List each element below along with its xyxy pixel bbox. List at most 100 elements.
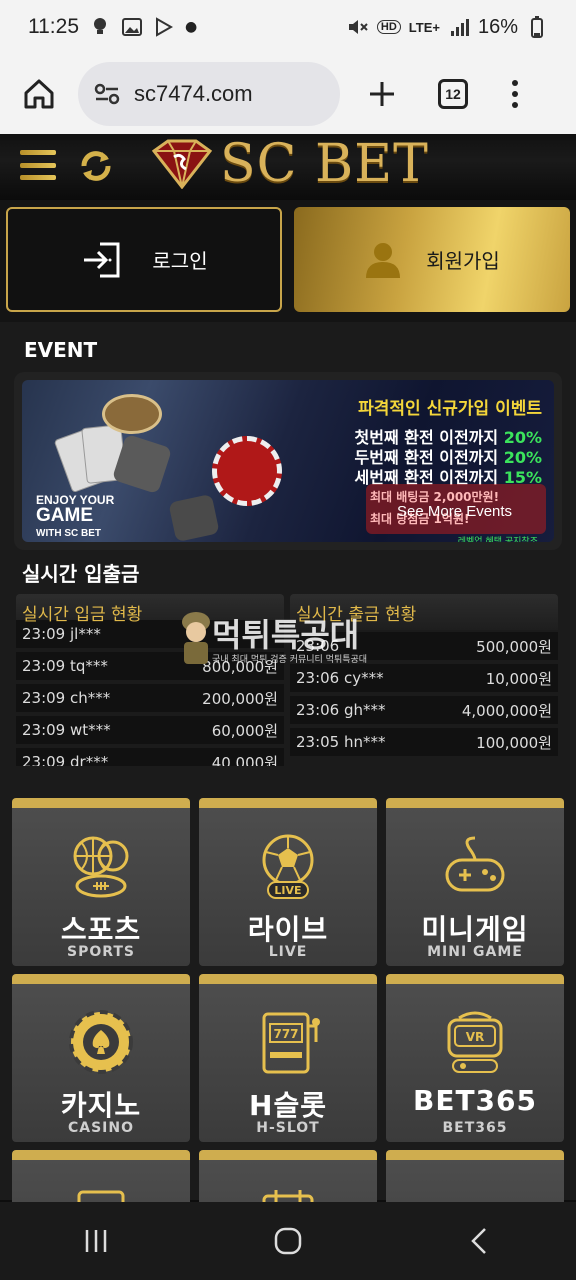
row-time: 23:09	[22, 625, 66, 643]
watermark-subtitle: 국내 최대 먹튀 검증 커뮤니티 먹튀특공대	[212, 655, 368, 665]
logo-gem-icon	[151, 139, 213, 189]
logo-text: SC BET	[220, 134, 429, 194]
game-subtitle: MINI GAME	[427, 944, 523, 960]
enjoy-line-3: WITH SC BET	[36, 528, 101, 539]
recents-icon[interactable]	[81, 1226, 111, 1256]
banner-headline: 파격적인 신규가입 이벤트	[358, 399, 542, 419]
image-icon	[121, 16, 143, 38]
login-label: 로그인	[152, 249, 208, 273]
svg-text:LIVE: LIVE	[274, 884, 301, 897]
battery-text: 16%	[477, 15, 518, 38]
table-row: 23:09 wt*** 60,000원	[16, 716, 284, 744]
row-user: hn***	[344, 733, 386, 751]
row-time: 23:06	[296, 701, 340, 719]
game-subtitle: LIVE	[268, 944, 308, 960]
menu-icon[interactable]	[20, 150, 56, 180]
back-icon[interactable]	[465, 1226, 495, 1256]
row-user: dr***	[70, 753, 109, 766]
chip-decoration	[102, 394, 162, 434]
banner-footnote: 레벨업 혜택 공지참조	[457, 537, 538, 542]
row-time: 23:05	[296, 733, 340, 751]
game-card-live[interactable]: LIVE 라이브 LIVE	[199, 798, 377, 966]
row-user: wt***	[70, 721, 111, 739]
game-title: BET365	[412, 1084, 537, 1117]
system-nav-bar	[0, 1202, 576, 1280]
game-card-hslot[interactable]: 777 H슬롯 H-SLOT	[199, 974, 377, 1142]
enjoy-line-2: GAME	[36, 505, 93, 526]
table-row: 23:09 dr*** 40,000원	[16, 748, 284, 766]
event-banner[interactable]: ENJOY YOUR GAME WITH SC BET 파격적인 신규가입 이벤…	[14, 372, 562, 550]
game-card-casino[interactable]: 카지노 CASINO	[12, 974, 190, 1142]
url-text: sc7474.com	[134, 81, 253, 106]
status-time: 11:25	[28, 15, 79, 38]
home-icon	[24, 79, 54, 109]
row-time: 23:09	[22, 721, 66, 739]
game-subtitle: H-SLOT	[256, 1120, 320, 1136]
site-logo[interactable]: SC BET	[150, 134, 429, 194]
auth-row: 로그인 회원가입	[0, 200, 576, 322]
row-amount: 500,000원	[476, 637, 552, 656]
mute-icon	[347, 16, 369, 38]
see-more-events-link[interactable]: See More Events	[397, 503, 512, 520]
browser-menu-button[interactable]	[510, 80, 520, 108]
svg-text:VR: VR	[466, 1030, 485, 1044]
site-header: SC BET	[0, 134, 576, 200]
battery-icon	[526, 16, 548, 38]
refresh-icon[interactable]	[78, 148, 114, 184]
dot-icon: ●	[185, 19, 198, 35]
network-type: LTE+	[408, 19, 440, 35]
table-row: 23:05 hn*** 100,000원	[290, 728, 558, 756]
row-time: 23:09	[22, 753, 66, 766]
vr-headset-icon: VR	[447, 1011, 503, 1073]
home-nav-icon[interactable]	[273, 1226, 303, 1256]
browser-toolbar: sc7474.com 12	[0, 54, 576, 134]
sports-balls-icon	[73, 836, 129, 898]
signup-button[interactable]: 회원가입	[294, 207, 570, 312]
game-subtitle: CASINO	[67, 1120, 135, 1136]
dice-decoration	[168, 493, 220, 542]
watermark-title: 먹튀특공대	[212, 616, 360, 654]
game-subtitle: BET365	[442, 1120, 508, 1136]
game-title: 스포츠	[60, 913, 142, 946]
new-tab-button[interactable]	[360, 72, 404, 116]
row-amount: 10,000원	[485, 669, 552, 688]
game-title: 미니게임	[421, 913, 529, 946]
signal-icon	[448, 16, 470, 38]
soldier-mascot-icon	[182, 612, 210, 664]
row-amount: 100,000원	[476, 733, 552, 752]
address-bar[interactable]: sc7474.com	[78, 62, 340, 126]
chip-decoration	[212, 436, 282, 506]
event-title: EVENT	[24, 338, 98, 362]
realtime-title: 실시간 입출금	[22, 562, 140, 586]
row-amount: 60,000원	[211, 721, 278, 740]
table-row: 23:09 ch*** 200,000원	[16, 684, 284, 712]
home-button[interactable]	[14, 69, 64, 119]
plus-icon	[370, 82, 394, 106]
slot-machine-icon: 777	[262, 1012, 320, 1074]
login-button[interactable]: 로그인	[6, 207, 282, 312]
game-card-bet365[interactable]: VR BET365 BET365	[386, 974, 564, 1142]
lightbulb-icon	[89, 16, 111, 38]
table-row: 23:06 gh*** 4,000,000원	[290, 696, 558, 724]
watermark: 먹튀특공대 국내 최대 먹튀 검증 커뮤니티 먹튀특공대	[176, 610, 406, 672]
site-settings-icon[interactable]	[94, 83, 120, 105]
event-banner-image: ENJOY YOUR GAME WITH SC BET 파격적인 신규가입 이벤…	[22, 380, 554, 542]
game-title: H슬롯	[249, 1089, 327, 1122]
status-bar: 11:25 ● HD LTE+ 16%	[0, 0, 576, 54]
user-icon	[366, 242, 401, 278]
hd-badge: HD	[376, 20, 401, 34]
row-amount: 200,000원	[202, 689, 278, 708]
row-time: 23:09	[22, 657, 66, 675]
tab-switcher-button[interactable]: 12	[438, 79, 468, 109]
play-store-icon	[153, 16, 175, 38]
game-card-sports[interactable]: 스포츠 SPORTS	[12, 798, 190, 966]
game-card-minigame[interactable]: 미니게임 MINI GAME	[386, 798, 564, 966]
login-icon	[84, 242, 120, 277]
svg-text:777: 777	[273, 1027, 298, 1041]
gamepad-icon	[445, 836, 505, 892]
row-user: gh***	[344, 701, 386, 719]
game-subtitle: SPORTS	[66, 944, 136, 960]
game-title: 라이브	[247, 913, 329, 946]
live-soccer-icon: LIVE	[262, 834, 314, 899]
signup-label: 회원가입	[426, 249, 500, 273]
